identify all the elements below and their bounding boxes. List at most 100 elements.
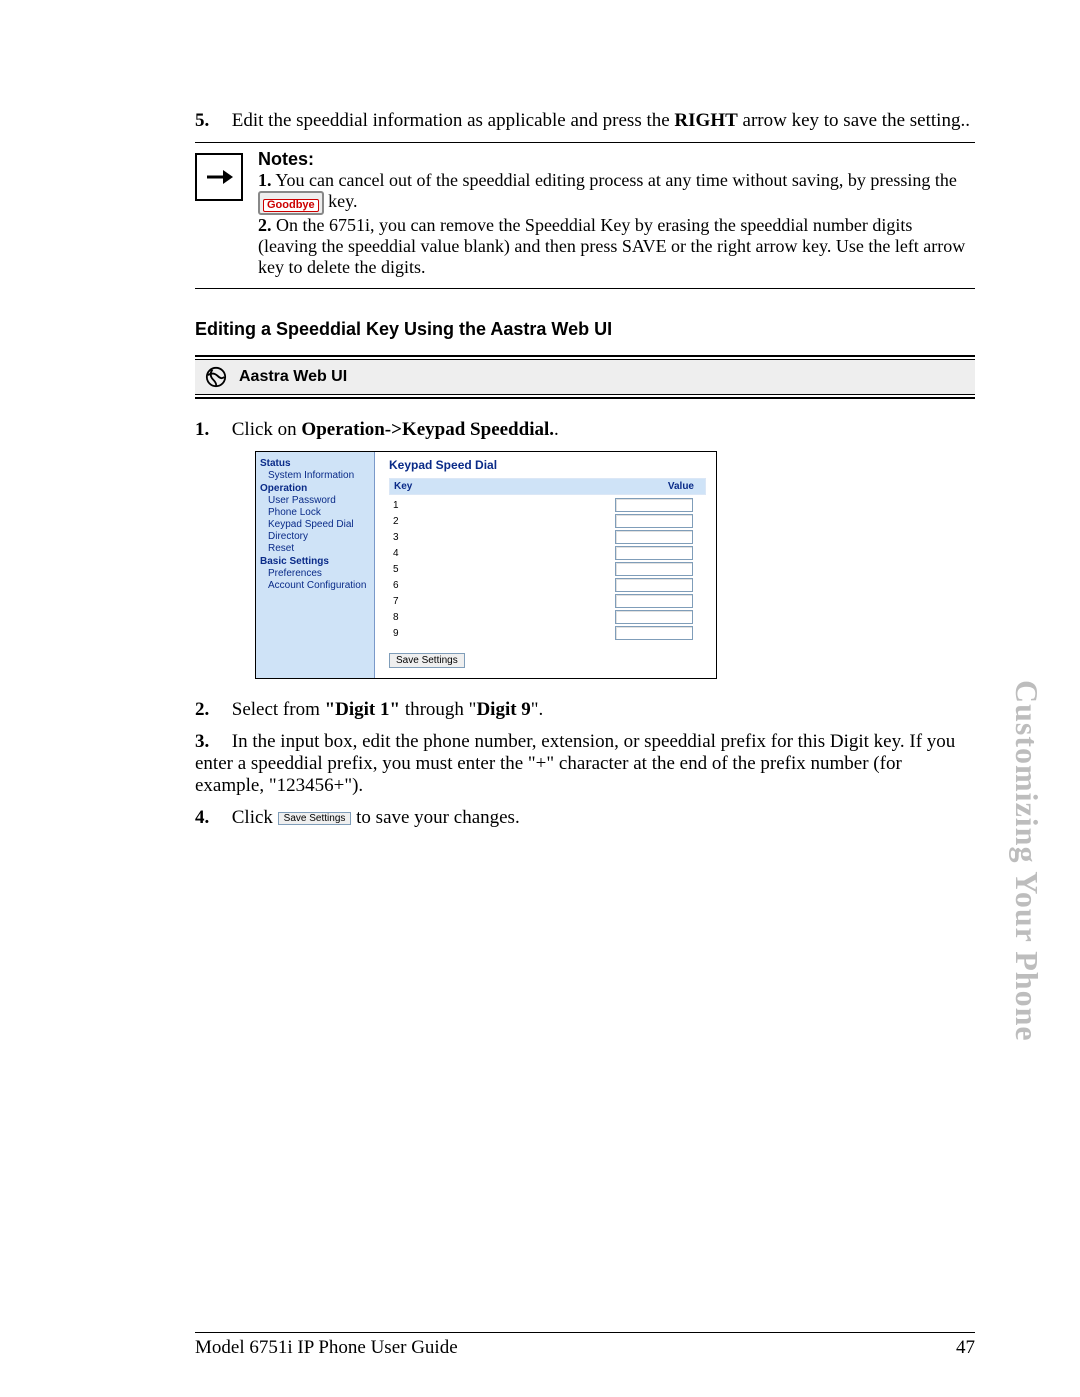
webui-bar-label: Aastra Web UI: [239, 368, 347, 386]
note2-text: On the 6751i, you can remove the Speeddi…: [258, 215, 965, 277]
step-b4-post: to save your changes.: [356, 807, 520, 828]
value-input[interactable]: [615, 530, 693, 544]
notes-box: Notes: 1. You can cancel out of the spee…: [195, 142, 975, 289]
goodbye-label: Goodbye: [263, 199, 319, 212]
value-cell: [613, 546, 693, 560]
arrow-icon: [195, 153, 243, 201]
goodbye-key-icon: Goodbye: [258, 191, 324, 215]
value-input[interactable]: [615, 562, 693, 576]
step-b4: 4. Click Save Settings to save your chan…: [195, 807, 975, 829]
footer-left: Model 6751i IP Phone User Guide: [195, 1337, 458, 1359]
nav-user-password[interactable]: User Password: [268, 495, 370, 506]
value-input[interactable]: [615, 610, 693, 624]
table-row: 4: [389, 545, 706, 561]
value-input[interactable]: [615, 578, 693, 592]
note1-a: You can cancel out of the speeddial edit…: [275, 170, 957, 190]
key-cell: 8: [393, 612, 613, 623]
footer-rule: [195, 1332, 975, 1333]
nav-preferences[interactable]: Preferences: [268, 568, 370, 579]
value-input[interactable]: [615, 498, 693, 512]
value-cell: [613, 578, 693, 592]
globe-icon: [205, 366, 227, 388]
webui-bar-inner: Aastra Web UI: [195, 359, 975, 395]
step-5-bold: RIGHT: [674, 110, 737, 131]
col-value: Value: [614, 481, 694, 492]
key-cell: 5: [393, 564, 613, 575]
value-input[interactable]: [615, 626, 693, 640]
step-b3-text: In the input box, edit the phone number,…: [195, 731, 955, 796]
table-row: 6: [389, 577, 706, 593]
notes-title: Notes:: [258, 149, 314, 169]
key-cell: 3: [393, 532, 613, 543]
value-input[interactable]: [615, 594, 693, 608]
step-b1: 1. Click on Operation->Keypad Speeddial.…: [195, 419, 975, 441]
table-row: 5: [389, 561, 706, 577]
col-key: Key: [394, 481, 614, 492]
note1-b: key.: [328, 191, 357, 211]
webui-nav: Status System Information Operation User…: [256, 452, 375, 678]
nav-system-info[interactable]: System Information: [268, 470, 370, 481]
note1-num: 1.: [258, 170, 272, 190]
step-b2-num: 2.: [195, 699, 227, 721]
key-cell: 7: [393, 596, 613, 607]
save-settings-inline-icon: Save Settings: [278, 812, 352, 825]
footer-right: 47: [956, 1337, 975, 1359]
nav-keypad-speed-dial[interactable]: Keypad Speed Dial: [268, 519, 370, 530]
value-cell: [613, 610, 693, 624]
nav-operation[interactable]: Operation: [260, 483, 370, 494]
table-row: 8: [389, 609, 706, 625]
step-b2-bold1: "Digit 1": [325, 699, 400, 720]
webui-bar: Aastra Web UI: [195, 355, 975, 399]
key-cell: 4: [393, 548, 613, 559]
footer: Model 6751i IP Phone User Guide 47: [195, 1337, 975, 1359]
step-b2-pre: Select from: [232, 699, 325, 720]
step-b1-pre: Click on: [232, 419, 302, 440]
step-b4-pre: Click: [232, 807, 278, 828]
table-row: 3: [389, 529, 706, 545]
nav-status[interactable]: Status: [260, 458, 370, 469]
notes-body: Notes: 1. You can cancel out of the spee…: [258, 149, 975, 278]
webui-rows: 1 2 3 4 5 6 7 8 9: [389, 495, 706, 641]
step-b1-post: .: [554, 419, 559, 440]
value-cell: [613, 514, 693, 528]
key-cell: 9: [393, 628, 613, 639]
webui-main: Keypad Speed Dial Key Value 1 2 3 4 5 6 7 8 9 Sa…: [375, 452, 716, 678]
step-5-pre: Edit the speeddial information as applic…: [232, 110, 675, 131]
value-cell: [613, 562, 693, 576]
key-cell: 6: [393, 580, 613, 591]
value-cell: [613, 594, 693, 608]
step-b1-text: Click on Operation->Keypad Speeddial..: [232, 419, 559, 440]
step-b4-num: 4.: [195, 807, 227, 829]
save-settings-button[interactable]: Save Settings: [389, 653, 465, 668]
step-b2-post: ".: [531, 699, 544, 720]
value-input[interactable]: [615, 514, 693, 528]
step-b2-bold2: Digit 9: [476, 699, 530, 720]
value-cell: [613, 626, 693, 640]
table-row: 9: [389, 625, 706, 641]
step-5-num: 5.: [195, 110, 227, 132]
value-cell: [613, 498, 693, 512]
step-b3: 3. In the input box, edit the phone numb…: [195, 731, 975, 797]
nav-reset[interactable]: Reset: [268, 543, 370, 554]
step-5-post: arrow key to save the setting..: [738, 110, 970, 131]
nav-account-config[interactable]: Account Configuration: [268, 580, 370, 591]
step-b1-bold: Operation->Keypad Speeddial.: [301, 419, 554, 440]
value-input[interactable]: [615, 546, 693, 560]
note2-num: 2.: [258, 215, 272, 235]
webui-title: Keypad Speed Dial: [389, 458, 706, 472]
nav-basic-settings[interactable]: Basic Settings: [260, 556, 370, 567]
step-5: 5. Edit the speeddial information as app…: [195, 110, 975, 132]
section-heading: Editing a Speeddial Key Using the Aastra…: [195, 319, 975, 340]
key-cell: 1: [393, 500, 613, 511]
key-cell: 2: [393, 516, 613, 527]
side-title: Customizing Your Phone: [1008, 680, 1045, 1042]
table-row: 2: [389, 513, 706, 529]
value-cell: [613, 530, 693, 544]
webui-header: Key Value: [389, 478, 706, 495]
step-b2: 2. Select from "Digit 1" through "Digit …: [195, 699, 975, 721]
nav-directory[interactable]: Directory: [268, 531, 370, 542]
step-b2-mid: through ": [400, 699, 476, 720]
webui-screenshot: Status System Information Operation User…: [255, 451, 717, 679]
table-row: 1: [389, 497, 706, 513]
nav-phone-lock[interactable]: Phone Lock: [268, 507, 370, 518]
